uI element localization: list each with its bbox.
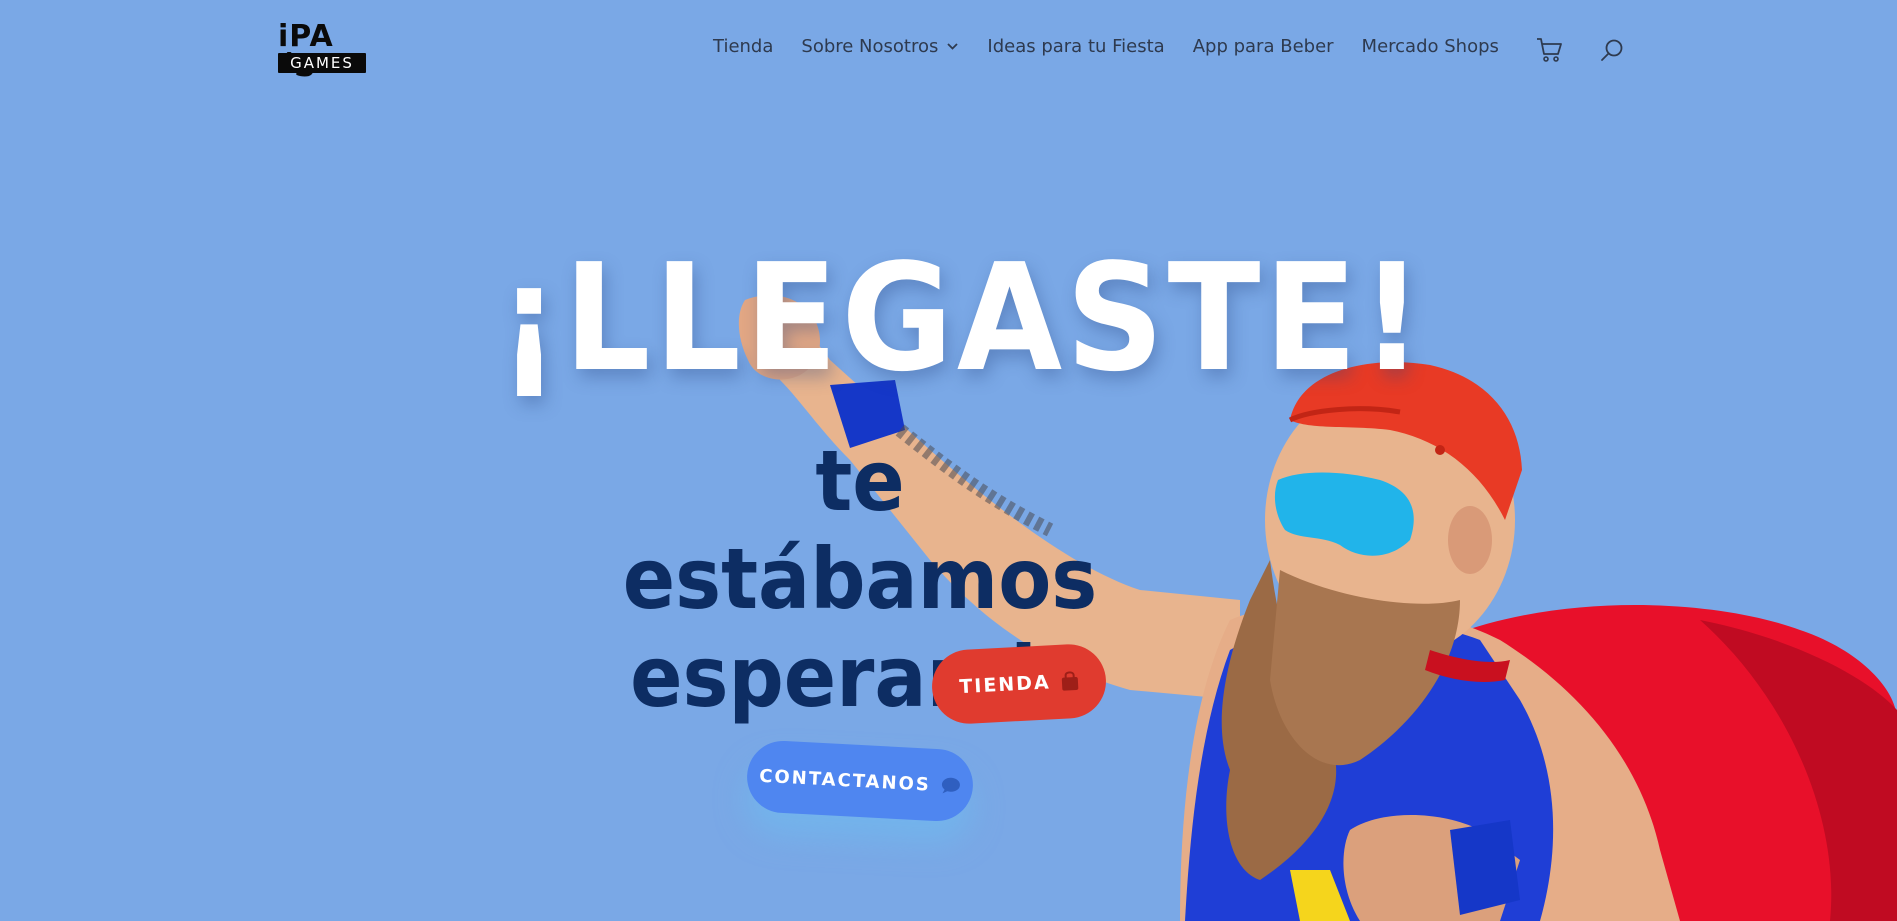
hero-title: ¡LLEGASTE! bbox=[498, 232, 1427, 404]
contactanos-button[interactable]: CONTACTANOS bbox=[745, 739, 975, 823]
contactanos-button-label: CONTACTANOS bbox=[758, 765, 932, 796]
hero-subtitle-line-1: te estábamos bbox=[622, 432, 1098, 628]
shopping-bag-icon bbox=[1061, 671, 1078, 691]
chat-bubble-icon bbox=[941, 777, 960, 794]
tienda-button[interactable]: TIENDA bbox=[930, 642, 1108, 726]
tienda-button-label: TIENDA bbox=[958, 671, 1052, 699]
landing-page: iPA´S GAMES Tienda Sobre Nosotros Ideas … bbox=[0, 0, 1897, 921]
